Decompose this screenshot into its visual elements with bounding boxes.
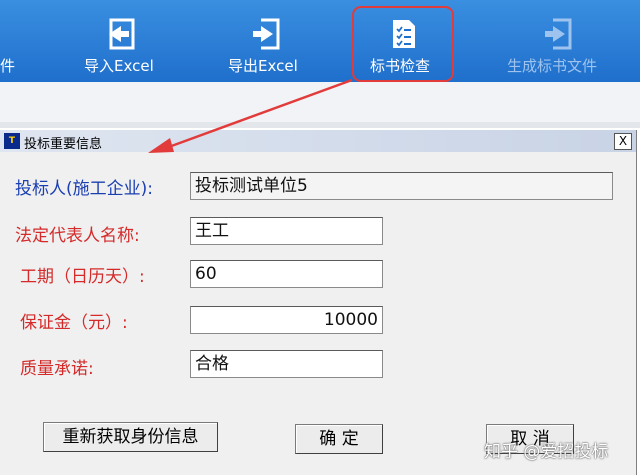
watermark: 知乎 @爱招投标 (484, 442, 609, 462)
annotation-arrow (148, 78, 353, 153)
